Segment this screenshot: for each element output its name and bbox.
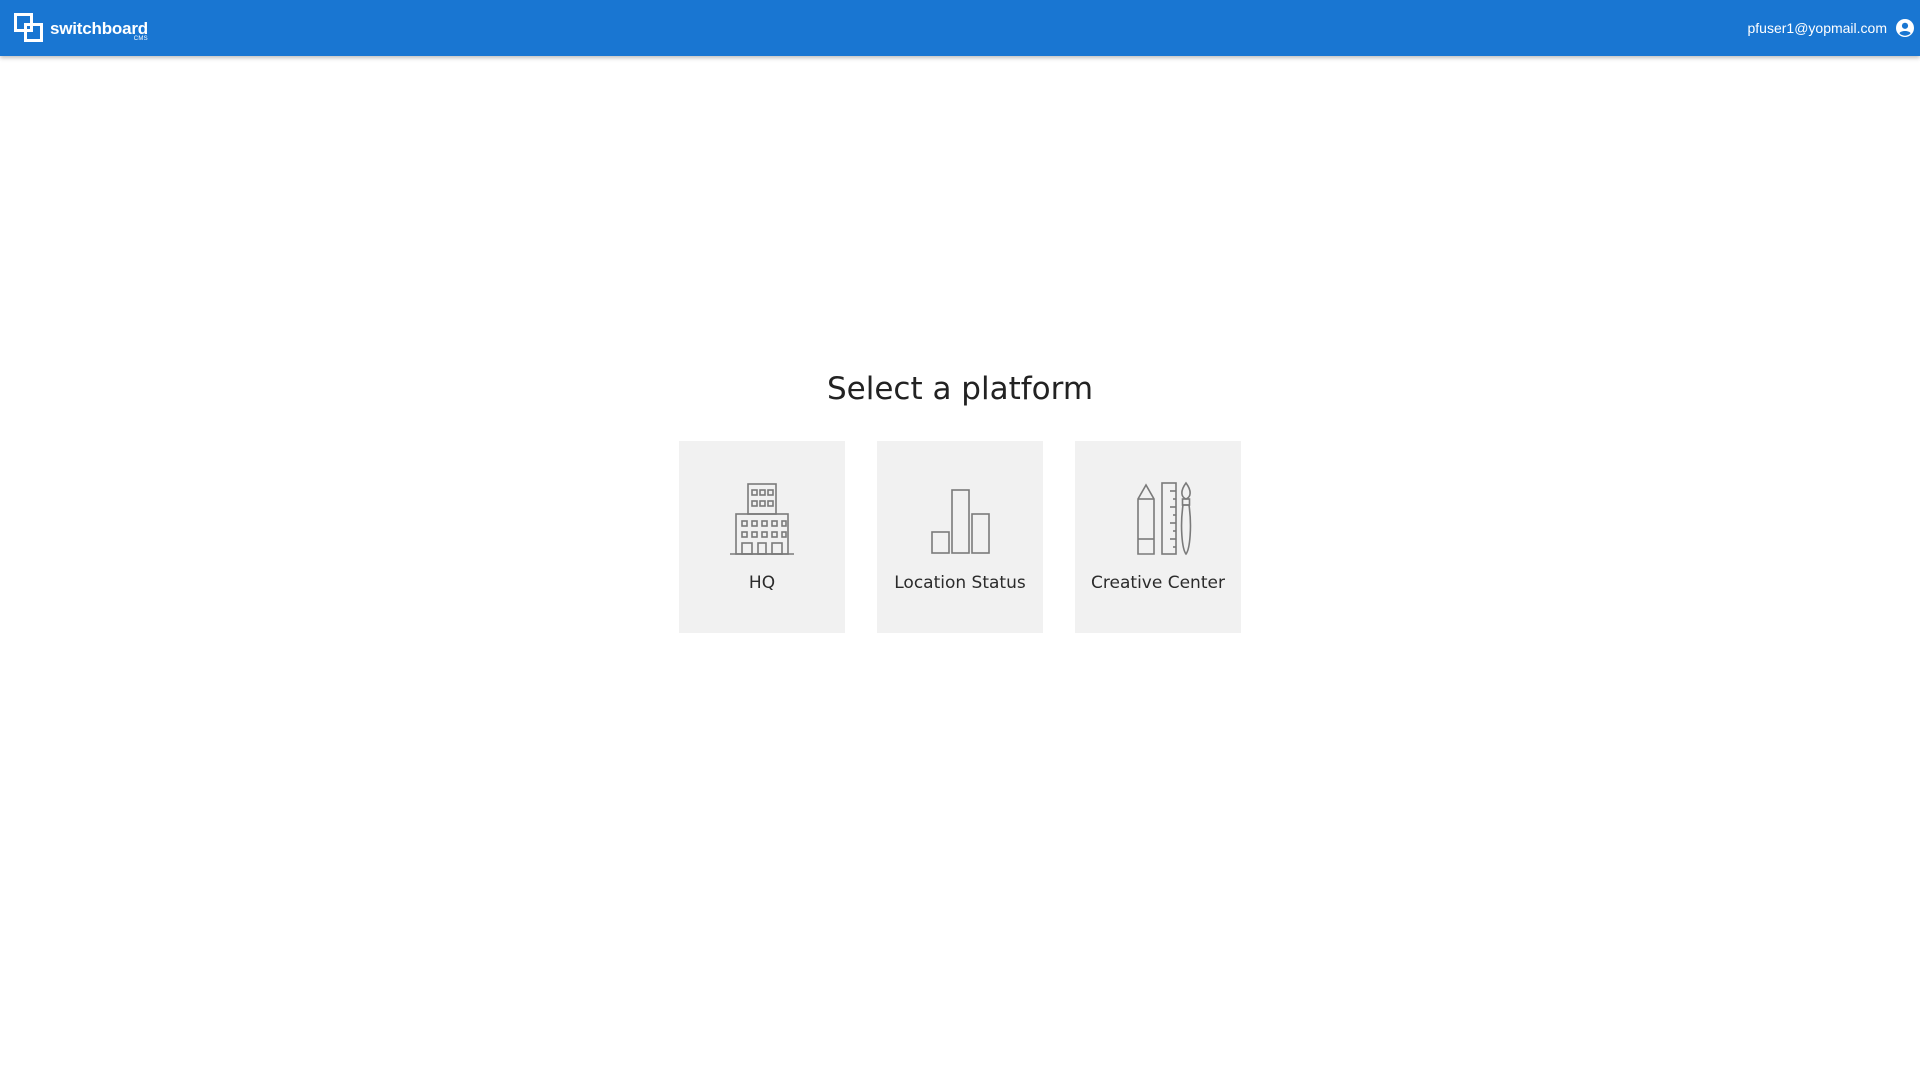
platform-card-creative-center[interactable]: Creative Center: [1075, 441, 1241, 633]
brand-sub-text: CMS: [133, 35, 148, 42]
page-title: Select a platform: [826, 371, 1094, 407]
account-circle-icon[interactable]: [1896, 19, 1914, 37]
design-tools-icon: [1137, 481, 1192, 556]
brand-link[interactable]: switchboard CMS: [14, 13, 148, 43]
user-menu[interactable]: pfuser1@yopmail.com: [1747, 19, 1914, 37]
bar-chart-icon: [931, 489, 990, 554]
building-icon: [730, 483, 794, 555]
platform-card-location-status[interactable]: Location Status: [877, 441, 1043, 633]
platform-list: HQ Location Status Creative Center: [0, 441, 1920, 633]
user-email: pfuser1@yopmail.com: [1747, 20, 1888, 36]
platform-label-creative-center: Creative Center: [1091, 573, 1225, 593]
top-app-bar: switchboard CMS pfuser1@yopmail.com: [0, 0, 1920, 56]
platform-label-hq: HQ: [748, 573, 776, 593]
overlapping-squares-icon: [14, 13, 43, 42]
main-content: Select a platform HQ Location Status Cre…: [0, 56, 1920, 1080]
brand-name: switchboard CMS: [50, 20, 148, 42]
platform-card-hq[interactable]: HQ: [679, 441, 845, 633]
platform-label-location-status: Location Status: [894, 573, 1026, 593]
